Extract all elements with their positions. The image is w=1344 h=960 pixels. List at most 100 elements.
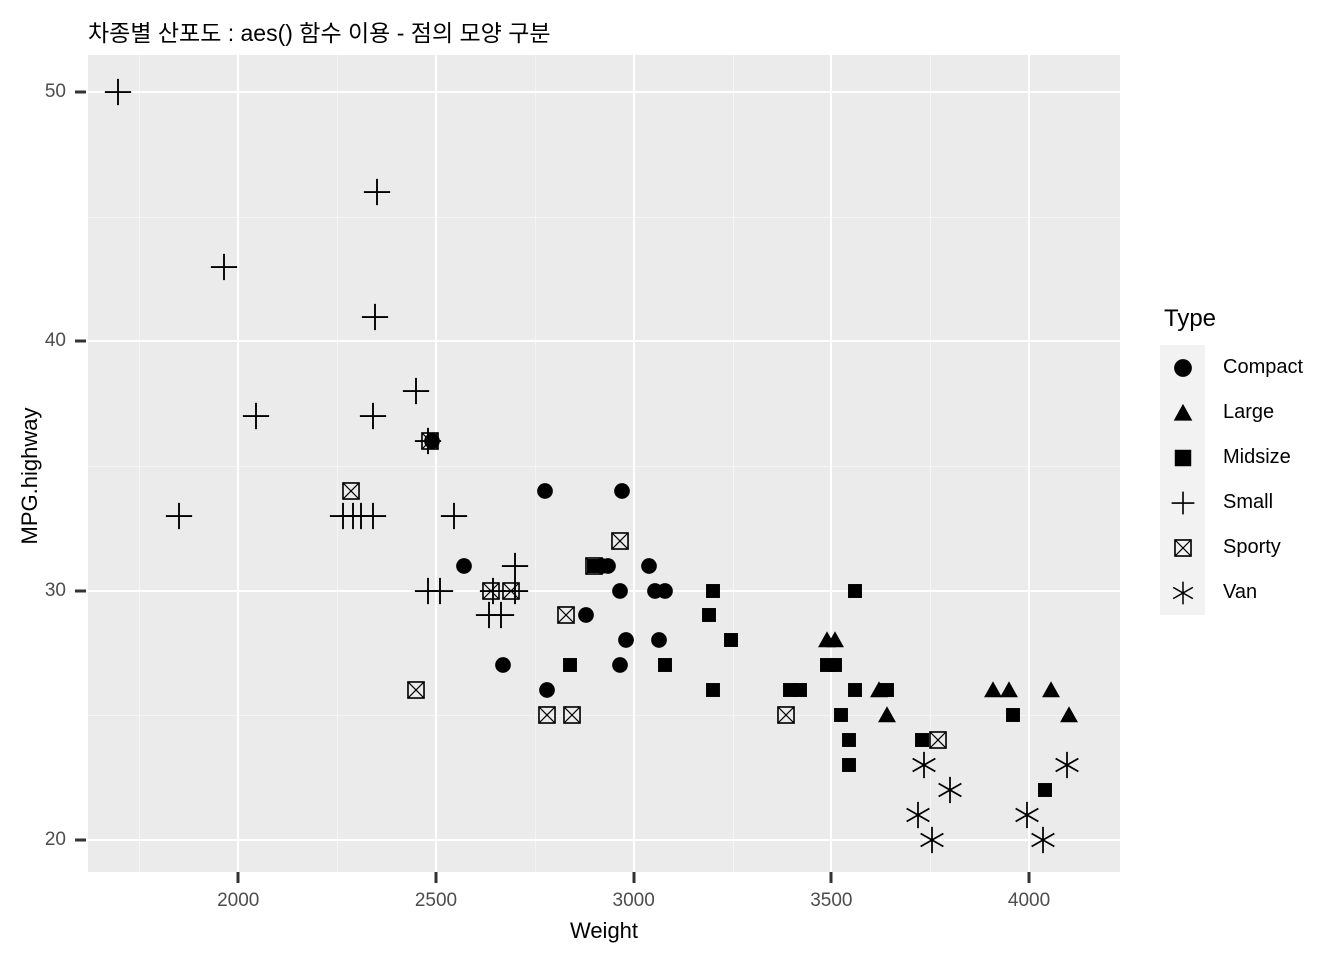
gridline-major-horizontal	[88, 838, 1120, 841]
legend-item-large[interactable]: Large	[1160, 390, 1340, 435]
data-point-compact	[648, 629, 671, 652]
gridline-major-vertical	[632, 55, 635, 872]
data-point-compact	[591, 554, 614, 577]
chart-root: 차종별 산포도 : aes() 함수 이용 - 점의 모양 구분 20 30 40 5…	[0, 0, 1344, 960]
data-point-sporty	[581, 553, 607, 579]
legend-item-label: Sporty	[1223, 536, 1281, 558]
data-point-small	[401, 376, 431, 406]
data-point-small	[164, 501, 194, 531]
gridline-minor-horizontal	[88, 465, 1120, 467]
data-point-midsize	[702, 679, 724, 701]
data-point-small	[362, 177, 392, 207]
legend-item-label: Van	[1223, 581, 1258, 603]
gridline-minor-vertical	[337, 55, 339, 872]
data-point-compact	[452, 554, 475, 577]
data-point-sporty	[338, 478, 364, 504]
data-point-compact	[533, 479, 556, 502]
data-point-midsize	[779, 679, 801, 701]
data-point-sporty	[417, 428, 443, 454]
x-tick-mark	[1027, 872, 1031, 883]
y-tick-mark	[75, 339, 86, 343]
data-point-large	[997, 678, 1022, 703]
legend-item-van[interactable]: Van	[1160, 570, 1340, 615]
page-title: 차종별 산포도 : aes() 함수 이용 - 점의 모양 구분	[88, 20, 551, 46]
gridline-minor-horizontal	[88, 216, 1120, 218]
data-point-large	[981, 678, 1006, 703]
gridline-minor-vertical	[534, 55, 536, 872]
data-point-midsize	[838, 729, 860, 751]
data-point-midsize	[838, 754, 860, 776]
x-tick-mark	[632, 872, 636, 883]
gridline-minor-vertical	[139, 55, 141, 872]
gridline-major-vertical	[237, 55, 240, 872]
data-point-van	[909, 750, 939, 780]
data-point-small	[358, 401, 388, 431]
data-point-midsize	[720, 629, 742, 651]
data-point-compact	[535, 679, 558, 702]
data-point-compact	[608, 654, 631, 677]
data-point-small	[346, 501, 376, 531]
data-point-large	[866, 678, 891, 703]
data-point-compact	[596, 554, 619, 577]
data-point-small	[338, 501, 368, 531]
legend-item-compact[interactable]: Compact	[1160, 345, 1340, 390]
data-point-van	[1052, 750, 1082, 780]
legend-item-label: Large	[1223, 401, 1275, 423]
gridline-major-horizontal	[88, 340, 1120, 343]
gridline-major-vertical	[1028, 55, 1031, 872]
x-tick-mark	[829, 872, 833, 883]
data-point-midsize	[844, 679, 866, 701]
x-tick-mark	[236, 872, 240, 883]
gridline-major-horizontal	[88, 589, 1120, 592]
data-point-large	[815, 628, 840, 653]
legend-item-small[interactable]: Small	[1160, 480, 1340, 525]
data-point-small	[358, 501, 388, 531]
gridline-major-horizontal	[88, 91, 1120, 94]
y-tick-mark	[75, 838, 86, 842]
data-point-small	[439, 501, 469, 531]
data-point-small	[413, 426, 443, 456]
plus-icon	[1160, 480, 1205, 525]
data-point-midsize	[654, 654, 676, 676]
data-point-van	[935, 775, 965, 805]
data-point-small	[486, 600, 516, 630]
x-tick-label: 2000	[217, 890, 260, 911]
triangle-filled-icon	[1160, 390, 1205, 435]
y-tick-mark	[75, 589, 86, 593]
y-tick-label: 20	[44, 828, 66, 850]
x-axis-tick-marks	[0, 872, 1344, 886]
data-point-small	[209, 252, 239, 282]
gridline-minor-vertical	[732, 55, 734, 872]
data-point-large	[1038, 678, 1063, 703]
data-point-compact	[610, 479, 633, 502]
x-tick-label: 3500	[810, 890, 853, 911]
data-point-small	[241, 401, 271, 431]
gridline-major-vertical	[434, 55, 437, 872]
data-point-large	[823, 628, 848, 653]
y-tick-label: 50	[44, 81, 66, 103]
legend-item-sporty[interactable]: Sporty	[1160, 525, 1340, 570]
data-point-sporty	[403, 677, 429, 703]
legend-title: Type	[1164, 305, 1217, 332]
x-tick-label: 2500	[414, 890, 458, 911]
gridline-minor-vertical	[930, 55, 932, 872]
y-tick-label: 40	[44, 330, 66, 352]
data-point-midsize	[1034, 779, 1056, 801]
data-point-midsize	[559, 654, 581, 676]
data-point-small	[328, 501, 358, 531]
data-point-van	[903, 800, 933, 830]
data-point-sporty	[925, 727, 951, 753]
gridline-major-vertical	[830, 55, 833, 872]
data-point-midsize	[789, 679, 811, 701]
y-tick-label: 30	[44, 579, 66, 601]
data-point-compact	[421, 430, 444, 453]
legend-item-midsize[interactable]: Midsize	[1160, 435, 1340, 480]
data-point-compact	[492, 654, 515, 677]
y-axis-title: MPG.highway	[17, 407, 42, 545]
y-axis-tick-marks	[75, 0, 88, 960]
legend-item-label: Compact	[1223, 356, 1304, 378]
data-point-small	[360, 302, 390, 332]
x-tick-label: 4000	[1007, 890, 1051, 911]
data-point-sporty	[607, 528, 633, 554]
square-cross-icon	[1160, 525, 1205, 570]
